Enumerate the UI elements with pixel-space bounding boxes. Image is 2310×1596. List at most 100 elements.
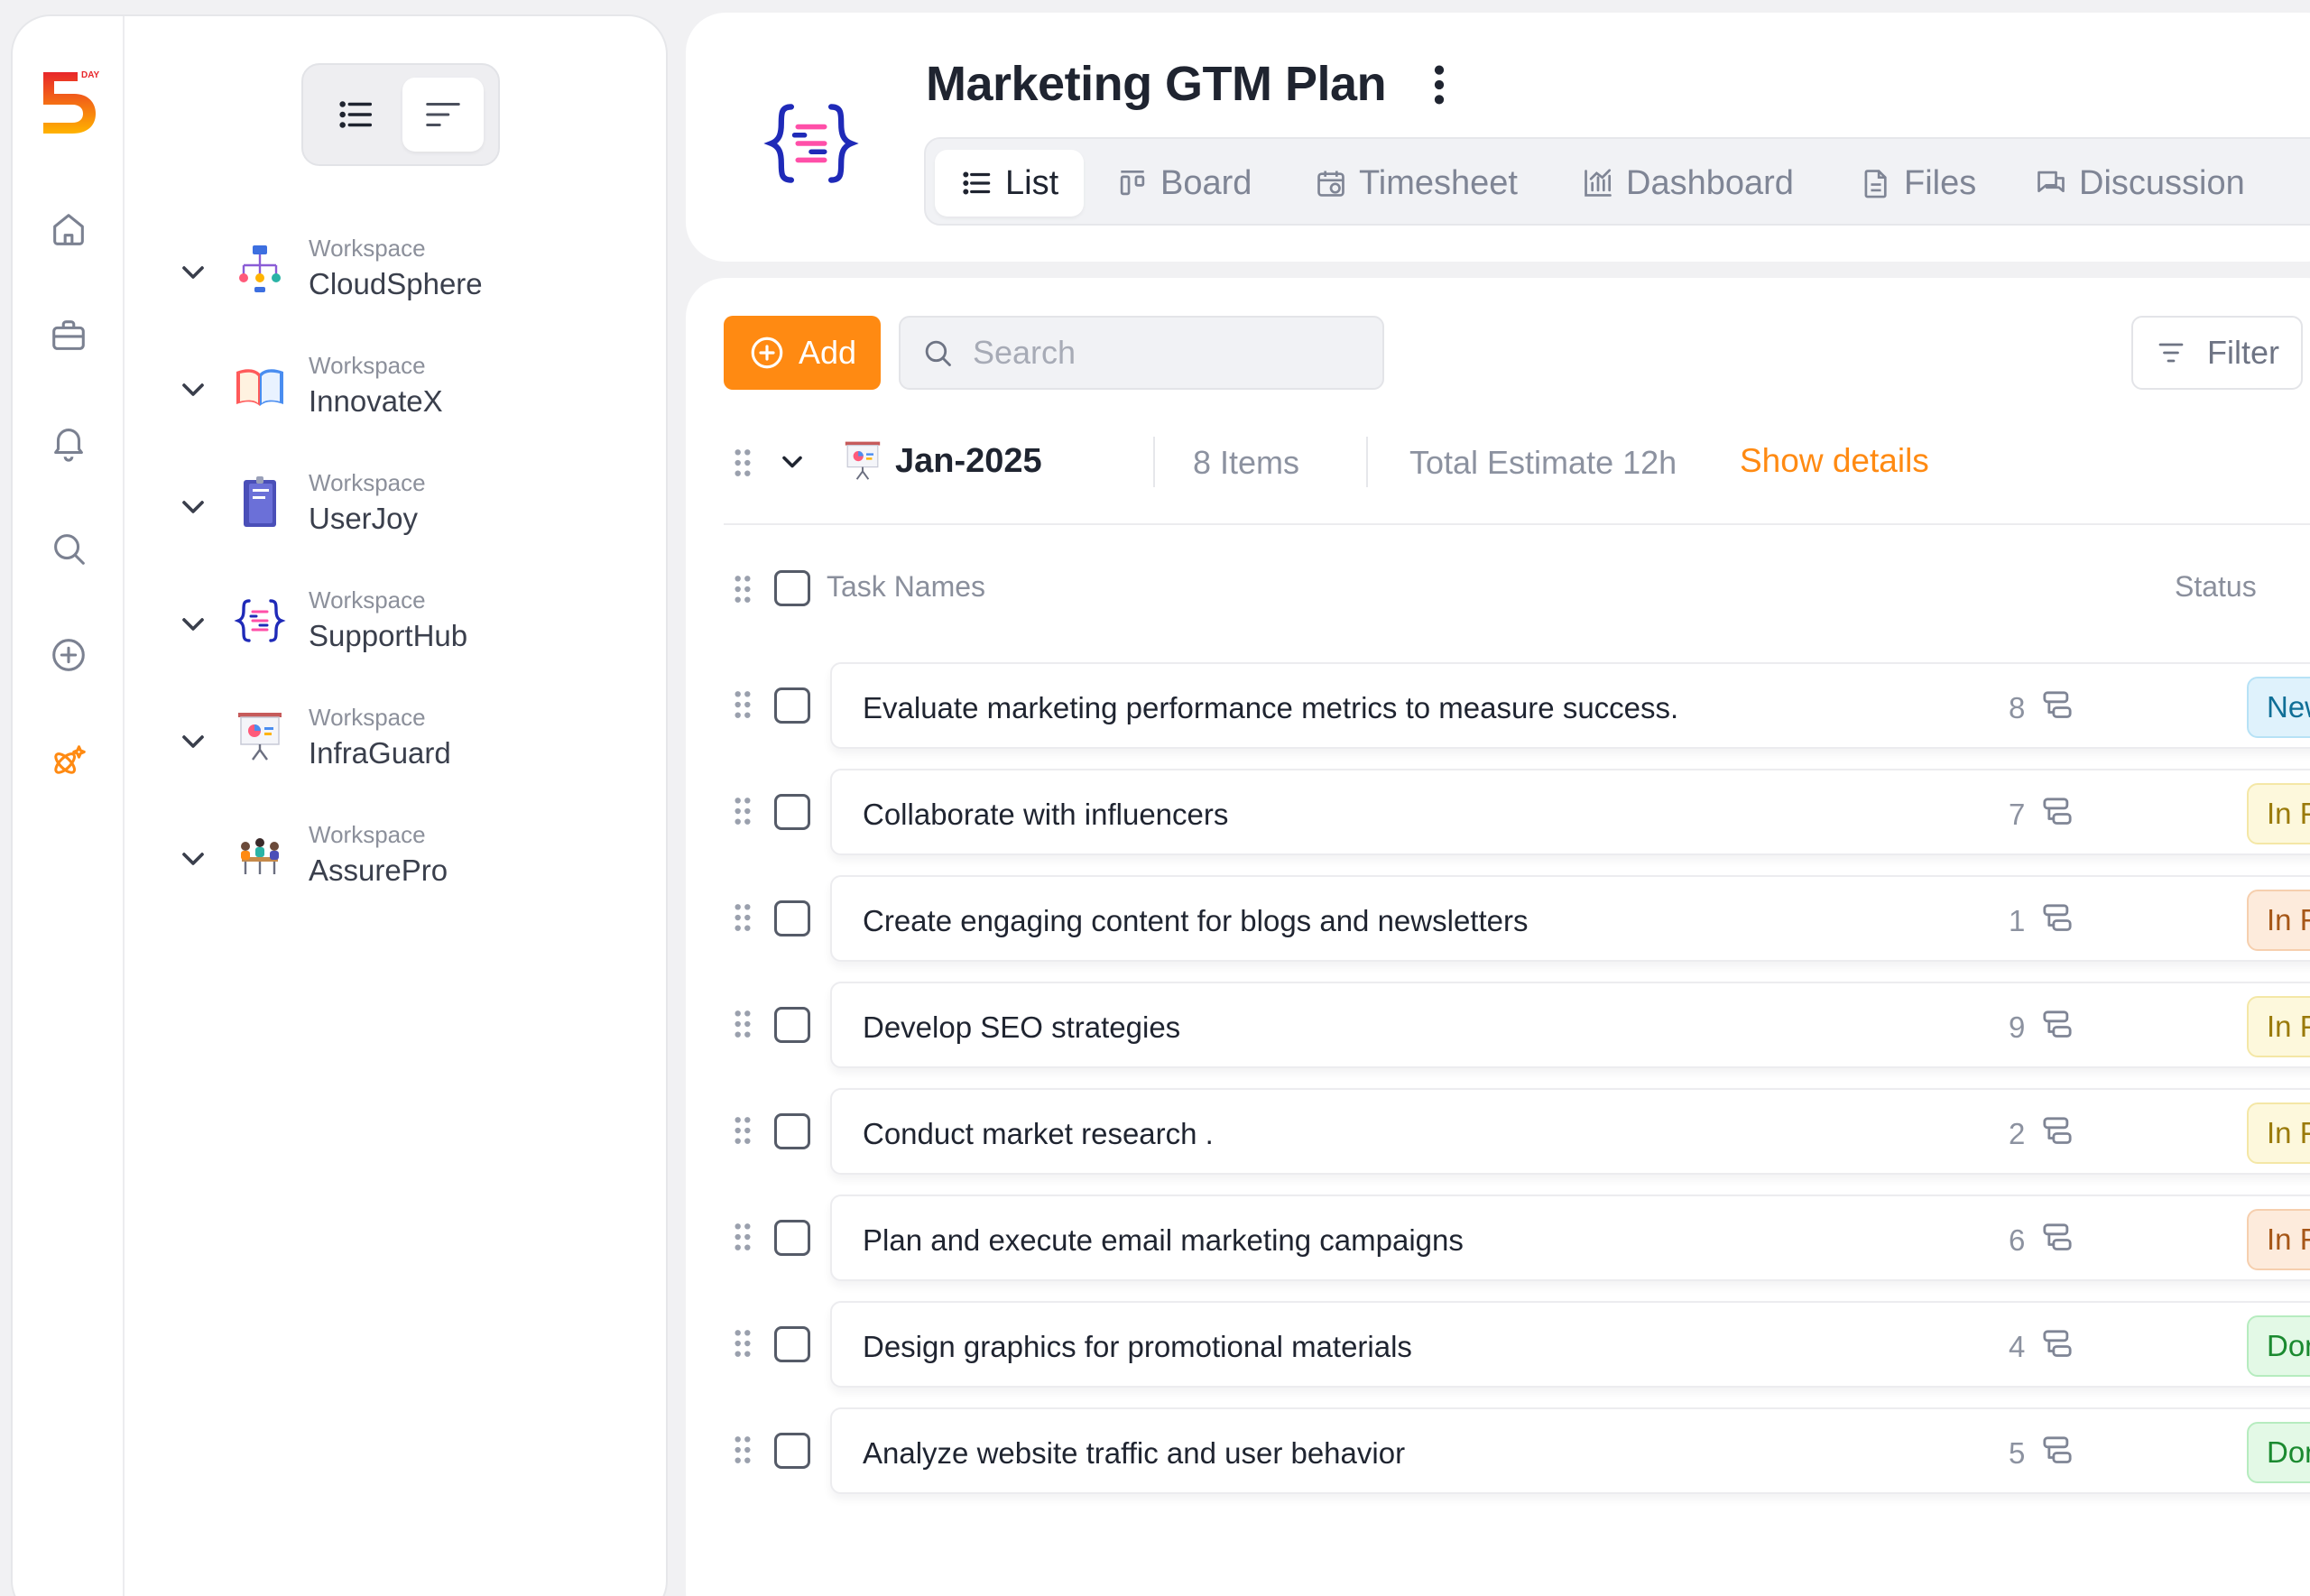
- column-header-status[interactable]: Status: [2175, 570, 2257, 604]
- tab-files[interactable]: Files: [1859, 150, 1976, 217]
- subtask-icon[interactable]: [2039, 900, 2075, 936]
- task-row[interactable]: Conduct market research . 2 In Progress: [724, 1088, 2310, 1175]
- workspace-item[interactable]: Workspace AssurePro: [175, 810, 644, 900]
- task-checkbox[interactable]: [774, 1220, 810, 1256]
- tab-timesheet[interactable]: Timesheet: [1314, 150, 1518, 217]
- task-checkbox[interactable]: [774, 1433, 810, 1469]
- drag-handle-icon[interactable]: [733, 1435, 753, 1465]
- task-title[interactable]: Analyze website traffic and user behavio…: [863, 1436, 1405, 1471]
- task-checkbox[interactable]: [774, 900, 810, 936]
- task-card[interactable]: Plan and execute email marketing campaig…: [830, 1195, 2310, 1281]
- task-title[interactable]: Design graphics for promotional material…: [863, 1330, 1412, 1364]
- status-badge[interactable]: Done: [2247, 1315, 2310, 1377]
- select-all-checkbox[interactable]: [774, 570, 810, 606]
- task-row[interactable]: Develop SEO strategies 9 In Progress: [724, 982, 2310, 1068]
- chevron-down-icon[interactable]: [175, 489, 211, 525]
- workspace-item[interactable]: Workspace InnovateX: [175, 341, 644, 431]
- task-row[interactable]: Design graphics for promotional material…: [724, 1301, 2310, 1388]
- task-card[interactable]: Develop SEO strategies 9 In Progress: [830, 982, 2310, 1068]
- task-title[interactable]: Create engaging content for blogs and ne…: [863, 904, 1528, 938]
- tab-list[interactable]: List: [935, 150, 1085, 217]
- briefcase-icon[interactable]: [47, 314, 90, 357]
- drag-handle-icon[interactable]: [733, 902, 753, 933]
- list-view-button[interactable]: [316, 78, 397, 152]
- status-badge[interactable]: In Progress: [2247, 783, 2310, 844]
- tab-board[interactable]: Board: [1115, 150, 1252, 217]
- drag-handle-icon[interactable]: [733, 1009, 753, 1039]
- task-checkbox[interactable]: [774, 1326, 810, 1362]
- workspace-item[interactable]: Workspace CloudSphere: [175, 224, 644, 314]
- task-row[interactable]: Create engaging content for blogs and ne…: [724, 875, 2310, 962]
- task-card[interactable]: Design graphics for promotional material…: [830, 1301, 2310, 1388]
- tab-discussion[interactable]: Discussion: [2034, 150, 2245, 217]
- workspace-item[interactable]: Workspace SupportHub: [175, 576, 644, 666]
- task-card[interactable]: Create engaging content for blogs and ne…: [830, 875, 2310, 962]
- subtask-icon[interactable]: [2039, 1220, 2075, 1256]
- task-checkbox[interactable]: [774, 794, 810, 830]
- drag-handle-icon[interactable]: [733, 1115, 753, 1146]
- app-logo[interactable]: DAY: [38, 65, 103, 137]
- task-title[interactable]: Develop SEO strategies: [863, 1010, 1180, 1045]
- subtask-icon[interactable]: [2039, 794, 2075, 830]
- status-badge[interactable]: In Review: [2247, 890, 2310, 951]
- drag-handle-icon[interactable]: [733, 1222, 753, 1252]
- task-card[interactable]: Collaborate with influencers 7 In Progress: [830, 769, 2310, 855]
- view-toggle: [301, 63, 500, 166]
- task-checkbox[interactable]: [774, 687, 810, 724]
- chevron-down-icon[interactable]: [175, 606, 211, 642]
- task-row[interactable]: Collaborate with influencers 7 In Progress: [724, 769, 2310, 855]
- status-badge[interactable]: New: [2247, 677, 2310, 738]
- plus-circle-icon[interactable]: [47, 633, 90, 677]
- task-checkbox[interactable]: [774, 1007, 810, 1043]
- chevron-down-icon[interactable]: [175, 841, 211, 877]
- subtask-icon[interactable]: [2039, 1326, 2075, 1362]
- chevron-down-icon[interactable]: [776, 446, 808, 478]
- workspace-item[interactable]: Workspace UserJoy: [175, 458, 644, 549]
- subtask-icon[interactable]: [2039, 687, 2075, 724]
- task-card[interactable]: Conduct market research . 2 In Progress: [830, 1088, 2310, 1175]
- project-braces-icon: [763, 104, 859, 183]
- subtask-count: 4: [2009, 1330, 2026, 1363]
- drag-handle-icon[interactable]: [733, 1328, 753, 1359]
- chat-icon: [2037, 171, 2065, 193]
- bell-icon[interactable]: [47, 420, 90, 464]
- status-badge[interactable]: In Review: [2247, 1209, 2310, 1270]
- search-field[interactable]: [899, 316, 1384, 390]
- task-card[interactable]: Evaluate marketing performance metrics t…: [830, 662, 2310, 749]
- drag-handle-icon[interactable]: [733, 447, 753, 478]
- subtask-icon[interactable]: [2039, 1007, 2075, 1043]
- task-row[interactable]: Plan and execute email marketing campaig…: [724, 1195, 2310, 1281]
- task-title[interactable]: Evaluate marketing performance metrics t…: [863, 691, 1678, 725]
- org-chart-icon: [239, 245, 281, 292]
- filter-button[interactable]: Filter: [2131, 316, 2303, 390]
- task-title[interactable]: Plan and execute email marketing campaig…: [863, 1223, 1464, 1258]
- tab-dashboard[interactable]: Dashboard: [1581, 150, 1794, 217]
- chevron-down-icon[interactable]: [175, 724, 211, 760]
- drag-handle-icon[interactable]: [733, 796, 753, 826]
- task-row[interactable]: Analyze website traffic and user behavio…: [724, 1407, 2310, 1494]
- more-vertical-icon[interactable]: [1426, 60, 1453, 110]
- workspace-item[interactable]: Workspace InfraGuard: [175, 693, 644, 783]
- task-checkbox[interactable]: [774, 1113, 810, 1149]
- sort-view-button[interactable]: [402, 78, 484, 152]
- home-icon[interactable]: [47, 208, 90, 251]
- search-input[interactable]: [973, 334, 1334, 372]
- show-details-link[interactable]: Show details: [1740, 442, 1929, 480]
- drag-handle-icon[interactable]: [733, 689, 753, 720]
- task-title[interactable]: Conduct market research .: [863, 1117, 1214, 1151]
- search-icon[interactable]: [47, 527, 90, 570]
- task-card[interactable]: Analyze website traffic and user behavio…: [830, 1407, 2310, 1494]
- add-button[interactable]: Add: [724, 316, 881, 390]
- task-row[interactable]: Evaluate marketing performance metrics t…: [724, 662, 2310, 749]
- drag-handle-icon[interactable]: [733, 574, 753, 604]
- subtask-icon[interactable]: [2039, 1433, 2075, 1469]
- chevron-down-icon[interactable]: [175, 254, 211, 291]
- column-header-task-names[interactable]: Task Names: [827, 570, 985, 604]
- status-badge[interactable]: In Progress: [2247, 996, 2310, 1057]
- subtask-icon[interactable]: [2039, 1113, 2075, 1149]
- status-badge[interactable]: In Progress: [2247, 1102, 2310, 1164]
- task-title[interactable]: Collaborate with influencers: [863, 798, 1228, 832]
- sparkle-icon[interactable]: [47, 740, 90, 783]
- status-badge[interactable]: Done: [2247, 1422, 2310, 1483]
- chevron-down-icon[interactable]: [175, 372, 211, 408]
